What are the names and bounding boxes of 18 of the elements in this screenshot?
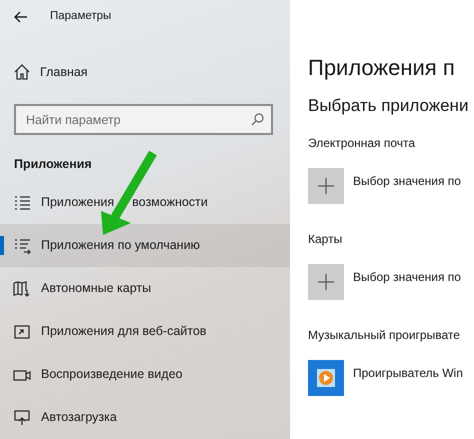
app-picker[interactable]: Выбор значения по <box>308 168 461 204</box>
category-label: Электронная почта <box>308 135 416 152</box>
sidebar-item[interactable]: Приложения по умолчанию <box>0 224 290 267</box>
app-picker[interactable]: Проигрыватель Win <box>308 360 463 396</box>
sidebar-item[interactable]: Автозагрузка <box>0 396 290 439</box>
section-subtitle: Выбрать приложени <box>308 95 470 117</box>
sidebar-item[interactable]: Приложения для веб-сайтов <box>0 310 290 353</box>
sidebar-item[interactable]: Воспроизведение видео <box>0 353 290 396</box>
sidebar-item[interactable]: Автономные карты <box>0 267 290 310</box>
category-label: Карты <box>308 231 344 248</box>
app-picker[interactable]: Выбор значения по <box>308 264 461 300</box>
search-field[interactable]: Найти параметр <box>14 104 273 135</box>
category-label: Музыкальный проигрывате <box>308 327 461 344</box>
section-heading: Приложения <box>13 156 93 173</box>
window-title: Параметры <box>50 9 112 24</box>
sidebar-item[interactable]: Приложения возможности <box>0 181 290 224</box>
home-link[interactable]: Главная <box>40 62 88 82</box>
page-title: Приложения п <box>308 54 456 82</box>
